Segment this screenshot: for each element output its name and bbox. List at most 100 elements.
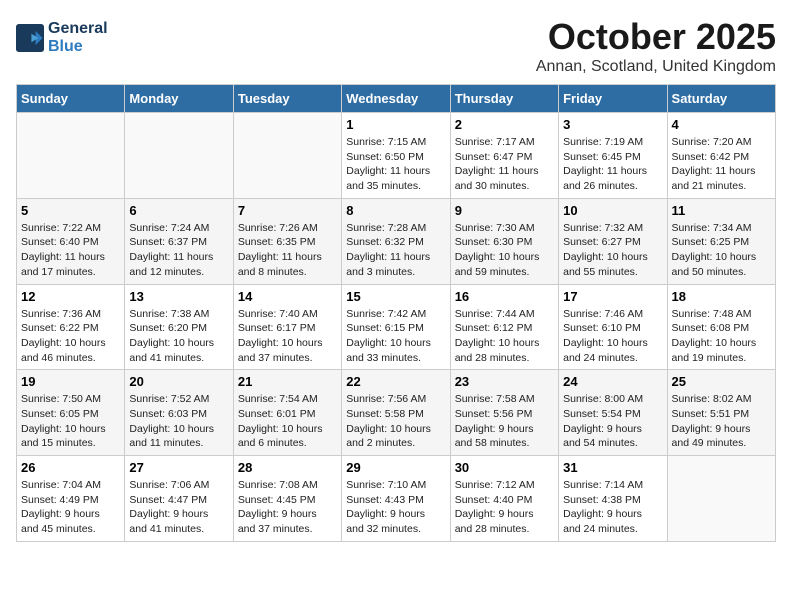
day-number: 31: [563, 460, 662, 475]
day-cell: 7Sunrise: 7:26 AMSunset: 6:35 PMDaylight…: [233, 198, 341, 284]
day-info-line: Daylight: 10 hours: [563, 250, 662, 265]
day-cell: [233, 113, 341, 199]
day-cell: 11Sunrise: 7:34 AMSunset: 6:25 PMDayligh…: [667, 198, 775, 284]
day-info-line: and 37 minutes.: [238, 351, 337, 366]
month-title: October 2025: [536, 16, 776, 58]
day-info-line: Sunrise: 7:28 AM: [346, 221, 445, 236]
day-info-line: Sunrise: 7:52 AM: [129, 392, 228, 407]
day-info-line: Daylight: 11 hours: [455, 164, 554, 179]
day-cell: 31Sunrise: 7:14 AMSunset: 4:38 PMDayligh…: [559, 456, 667, 542]
day-info-line: Sunset: 6:17 PM: [238, 321, 337, 336]
day-number: 3: [563, 117, 662, 132]
day-info-line: Sunset: 4:43 PM: [346, 493, 445, 508]
day-info-line: Daylight: 9 hours: [21, 507, 120, 522]
day-number: 14: [238, 289, 337, 304]
day-info-line: Daylight: 9 hours: [672, 422, 771, 437]
day-info-line: and 59 minutes.: [455, 265, 554, 280]
day-cell: 18Sunrise: 7:48 AMSunset: 6:08 PMDayligh…: [667, 284, 775, 370]
day-info-line: Sunset: 6:25 PM: [672, 235, 771, 250]
day-info-line: Sunrise: 7:58 AM: [455, 392, 554, 407]
day-cell: 13Sunrise: 7:38 AMSunset: 6:20 PMDayligh…: [125, 284, 233, 370]
day-info-line: Daylight: 10 hours: [672, 336, 771, 351]
day-info-line: Daylight: 11 hours: [563, 164, 662, 179]
day-info-line: Sunrise: 7:46 AM: [563, 307, 662, 322]
day-info-line: and 54 minutes.: [563, 436, 662, 451]
day-number: 8: [346, 203, 445, 218]
day-info-line: Sunrise: 7:04 AM: [21, 478, 120, 493]
day-info-line: Sunset: 4:40 PM: [455, 493, 554, 508]
day-info-line: Sunset: 6:08 PM: [672, 321, 771, 336]
day-info-line: Daylight: 9 hours: [238, 507, 337, 522]
day-cell: 4Sunrise: 7:20 AMSunset: 6:42 PMDaylight…: [667, 113, 775, 199]
day-info-line: Daylight: 11 hours: [672, 164, 771, 179]
day-info-line: Sunrise: 7:38 AM: [129, 307, 228, 322]
day-info-line: Sunset: 6:20 PM: [129, 321, 228, 336]
day-number: 2: [455, 117, 554, 132]
day-info-line: Daylight: 10 hours: [346, 336, 445, 351]
day-info-line: Sunset: 6:30 PM: [455, 235, 554, 250]
day-info-line: Sunrise: 7:12 AM: [455, 478, 554, 493]
header: General Blue October 2025 Annan, Scotlan…: [16, 16, 776, 76]
weekday-header-thursday: Thursday: [450, 85, 558, 113]
day-info-line: Sunset: 6:12 PM: [455, 321, 554, 336]
day-cell: 5Sunrise: 7:22 AMSunset: 6:40 PMDaylight…: [17, 198, 125, 284]
day-info-line: Daylight: 11 hours: [238, 250, 337, 265]
day-info-line: Daylight: 9 hours: [129, 507, 228, 522]
day-number: 24: [563, 374, 662, 389]
day-info-line: Sunrise: 7:48 AM: [672, 307, 771, 322]
weekday-header-friday: Friday: [559, 85, 667, 113]
day-info-line: Sunrise: 7:06 AM: [129, 478, 228, 493]
day-info-line: Sunset: 5:56 PM: [455, 407, 554, 422]
week-row-4: 19Sunrise: 7:50 AMSunset: 6:05 PMDayligh…: [17, 370, 776, 456]
day-info-line: Sunrise: 7:36 AM: [21, 307, 120, 322]
day-cell: 23Sunrise: 7:58 AMSunset: 5:56 PMDayligh…: [450, 370, 558, 456]
day-cell: 26Sunrise: 7:04 AMSunset: 4:49 PMDayligh…: [17, 456, 125, 542]
day-info-line: Sunrise: 7:08 AM: [238, 478, 337, 493]
day-info-line: Daylight: 9 hours: [563, 422, 662, 437]
day-cell: [17, 113, 125, 199]
day-number: 6: [129, 203, 228, 218]
day-info-line: and 28 minutes.: [455, 522, 554, 537]
day-info-line: and 28 minutes.: [455, 351, 554, 366]
day-number: 20: [129, 374, 228, 389]
day-info-line: Sunset: 4:38 PM: [563, 493, 662, 508]
day-info-line: Sunrise: 7:24 AM: [129, 221, 228, 236]
day-info-line: Daylight: 11 hours: [21, 250, 120, 265]
day-cell: 15Sunrise: 7:42 AMSunset: 6:15 PMDayligh…: [342, 284, 450, 370]
day-info-line: and 21 minutes.: [672, 179, 771, 194]
day-info-line: and 41 minutes.: [129, 351, 228, 366]
day-cell: 10Sunrise: 7:32 AMSunset: 6:27 PMDayligh…: [559, 198, 667, 284]
day-cell: 27Sunrise: 7:06 AMSunset: 4:47 PMDayligh…: [125, 456, 233, 542]
title-area: October 2025 Annan, Scotland, United Kin…: [536, 16, 776, 76]
day-info-line: Daylight: 10 hours: [21, 422, 120, 437]
day-info-line: Sunset: 6:42 PM: [672, 150, 771, 165]
day-info-line: Sunrise: 7:20 AM: [672, 135, 771, 150]
day-info-line: Sunrise: 7:19 AM: [563, 135, 662, 150]
day-info-line: Sunrise: 7:56 AM: [346, 392, 445, 407]
day-info-line: Sunrise: 7:10 AM: [346, 478, 445, 493]
day-info-line: Sunrise: 7:22 AM: [21, 221, 120, 236]
day-info-line: Sunrise: 7:40 AM: [238, 307, 337, 322]
weekday-header-saturday: Saturday: [667, 85, 775, 113]
day-info-line: and 41 minutes.: [129, 522, 228, 537]
day-info-line: and 35 minutes.: [346, 179, 445, 194]
day-info-line: and 33 minutes.: [346, 351, 445, 366]
day-info-line: Sunset: 6:50 PM: [346, 150, 445, 165]
weekday-header-wednesday: Wednesday: [342, 85, 450, 113]
day-cell: 16Sunrise: 7:44 AMSunset: 6:12 PMDayligh…: [450, 284, 558, 370]
day-info-line: Sunset: 5:54 PM: [563, 407, 662, 422]
day-info-line: Sunset: 6:03 PM: [129, 407, 228, 422]
day-info-line: and 55 minutes.: [563, 265, 662, 280]
day-info-line: Daylight: 10 hours: [455, 250, 554, 265]
day-info-line: Daylight: 10 hours: [672, 250, 771, 265]
day-number: 13: [129, 289, 228, 304]
day-number: 21: [238, 374, 337, 389]
day-info-line: Daylight: 11 hours: [129, 250, 228, 265]
logo: General Blue: [16, 20, 108, 56]
day-info-line: Sunrise: 7:54 AM: [238, 392, 337, 407]
day-info-line: Sunset: 6:35 PM: [238, 235, 337, 250]
day-number: 1: [346, 117, 445, 132]
day-cell: 19Sunrise: 7:50 AMSunset: 6:05 PMDayligh…: [17, 370, 125, 456]
day-info-line: Daylight: 11 hours: [346, 164, 445, 179]
day-info-line: Sunset: 6:32 PM: [346, 235, 445, 250]
